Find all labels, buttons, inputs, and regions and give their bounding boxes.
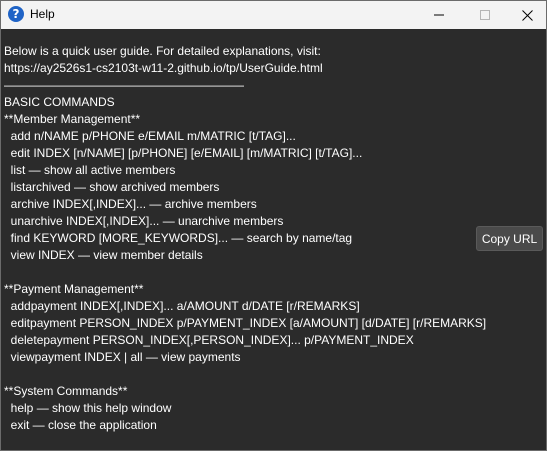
close-icon [521,9,533,21]
guide-line: archive INDEX[,INDEX]... — archive membe… [4,197,257,211]
minimize-icon [434,14,444,16]
help-content: Below is a quick user guide. For detaile… [1,29,546,450]
guide-line: edit INDEX [n/NAME] [p/PHONE] [e/EMAIL] … [4,146,363,160]
guide-line: add n/NAME p/PHONE e/EMAIL m/MATRIC [t/T… [4,129,296,143]
guide-line: deletepayment PERSON_INDEX[,PERSON_INDEX… [4,333,414,347]
guide-line: BASIC COMMANDS [4,95,115,109]
guide-line: **Payment Management** [4,282,144,296]
guide-line: exit — close the application [4,418,157,432]
help-window: ? Help Below is a quick user guide. For … [0,0,547,451]
guide-line: addpayment INDEX[,INDEX]... a/AMOUNT d/D… [4,299,360,313]
user-guide-text: Below is a quick user guide. For detaile… [4,43,487,434]
guide-line: https://ay2526s1-cs2103t-w11-2.github.io… [4,61,323,75]
guide-line: ———————————————————— [4,78,244,92]
minimize-button[interactable] [416,1,462,29]
guide-line: **Member Management** [4,112,141,126]
guide-line: **System Commands** [4,384,128,398]
guide-line [4,366,474,383]
close-button[interactable] [508,1,546,29]
title-bar[interactable]: ? Help [1,1,546,29]
maximize-button[interactable] [462,1,508,29]
guide-line: viewpayment INDEX | all — view payments [4,350,241,364]
guide-line: view INDEX — view member details [4,248,203,262]
guide-line: listarchived — show archived members [4,180,220,194]
guide-line: list — show all active members [4,163,176,177]
guide-line: find KEYWORD [MORE_KEYWORDS]... — search… [4,231,353,245]
maximize-icon [480,10,490,20]
guide-line: Below is a quick user guide. For detaile… [4,44,321,58]
copy-url-button[interactable]: Copy URL [476,226,543,251]
window-title: Help [30,7,55,21]
guide-line [4,264,474,281]
guide-line: help — show this help window [4,401,172,415]
help-icon: ? [8,6,24,22]
guide-line: editpayment PERSON_INDEX p/PAYMENT_INDEX… [4,316,487,330]
guide-line: unarchive INDEX[,INDEX]... — unarchive m… [4,214,284,228]
